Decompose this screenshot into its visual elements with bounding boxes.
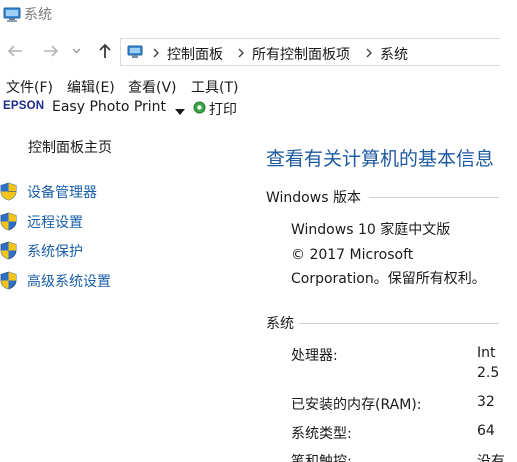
- windows-edition-group-title: Windows 版本: [266, 190, 361, 206]
- uac-shield-icon: [0, 271, 17, 290]
- menu-tools[interactable]: 工具(T): [191, 77, 238, 97]
- plugin-toolbar: EPSON Easy Photo Print 打印: [0, 97, 517, 119]
- breadcrumb-separator-icon: [365, 47, 375, 59]
- menu-view[interactable]: 查看(V): [128, 77, 177, 97]
- breadcrumb-separator-icon: [237, 47, 247, 59]
- sidebar-link-label: 远程设置: [27, 215, 83, 231]
- copyright-line-2: Corporation。保留所有权利。: [291, 271, 486, 287]
- processor-label: 处理器:: [291, 348, 338, 364]
- system-group-title: 系统: [266, 316, 294, 332]
- recent-locations-chevron-icon[interactable]: [70, 40, 82, 62]
- print-icon[interactable]: [193, 101, 206, 114]
- sidebar-link-label: 高级系统设置: [27, 274, 111, 290]
- dropdown-triangle-icon[interactable]: [175, 104, 185, 115]
- pen-touch-label: 笔和触控:: [291, 454, 352, 462]
- up-arrow-icon[interactable]: [94, 40, 116, 62]
- pen-touch-value: 没有: [477, 454, 505, 462]
- print-button[interactable]: 打印: [209, 99, 237, 119]
- processor-value-line2: 2.5: [477, 365, 500, 381]
- breadcrumb-all-items[interactable]: 所有控制面板项: [252, 44, 350, 64]
- ram-value: 32: [477, 394, 495, 410]
- easy-photo-print-button[interactable]: Easy Photo Print: [52, 99, 166, 115]
- epson-logo: EPSON: [3, 100, 45, 112]
- system-computer-icon: [3, 7, 23, 23]
- system-type-label: 系统类型:: [291, 426, 352, 442]
- breadcrumb-control-panel[interactable]: 控制面板: [167, 44, 223, 64]
- sidebar-link-remote-settings[interactable]: 远程设置: [0, 211, 200, 233]
- uac-shield-icon: [0, 241, 17, 260]
- breadcrumb-system[interactable]: 系统: [380, 44, 408, 64]
- menu-file[interactable]: 文件(F): [6, 77, 53, 97]
- control-panel-icon: [127, 44, 145, 60]
- forward-arrow-icon[interactable]: [40, 40, 62, 62]
- copyright-line-1: © 2017 Microsoft: [291, 247, 414, 263]
- group-divider: [369, 197, 499, 198]
- address-bar[interactable]: 控制面板 所有控制面板项 系统: [120, 38, 500, 66]
- navigation-bar: 控制面板 所有控制面板项 系统: [0, 38, 517, 66]
- control-panel-home-link[interactable]: 控制面板主页: [28, 137, 112, 157]
- menu-edit[interactable]: 编辑(E): [67, 77, 115, 97]
- breadcrumb-separator-icon: [152, 47, 162, 59]
- sidebar-link-advanced-settings[interactable]: 高级系统设置: [0, 270, 200, 292]
- sidebar-link-label: 设备管理器: [27, 185, 97, 201]
- system-type-value: 64: [477, 423, 495, 439]
- ram-label: 已安装的内存(RAM):: [291, 397, 422, 413]
- processor-value: Int: [477, 345, 496, 361]
- uac-shield-icon: [0, 212, 17, 231]
- uac-shield-icon: [0, 182, 17, 201]
- sidebar-link-device-manager[interactable]: 设备管理器: [0, 181, 200, 203]
- group-divider: [299, 323, 499, 324]
- title-bar: 系统: [0, 0, 517, 30]
- page-heading: 查看有关计算机的基本信息: [266, 148, 495, 170]
- windows-edition-name: Windows 10 家庭中文版: [291, 222, 451, 238]
- menu-bar: 文件(F) 编辑(E) 查看(V) 工具(T): [0, 77, 517, 97]
- back-arrow-icon[interactable]: [4, 40, 26, 62]
- window-title: 系统: [24, 7, 52, 23]
- sidebar-link-system-protection[interactable]: 系统保护: [0, 240, 200, 262]
- sidebar-link-label: 系统保护: [27, 244, 83, 260]
